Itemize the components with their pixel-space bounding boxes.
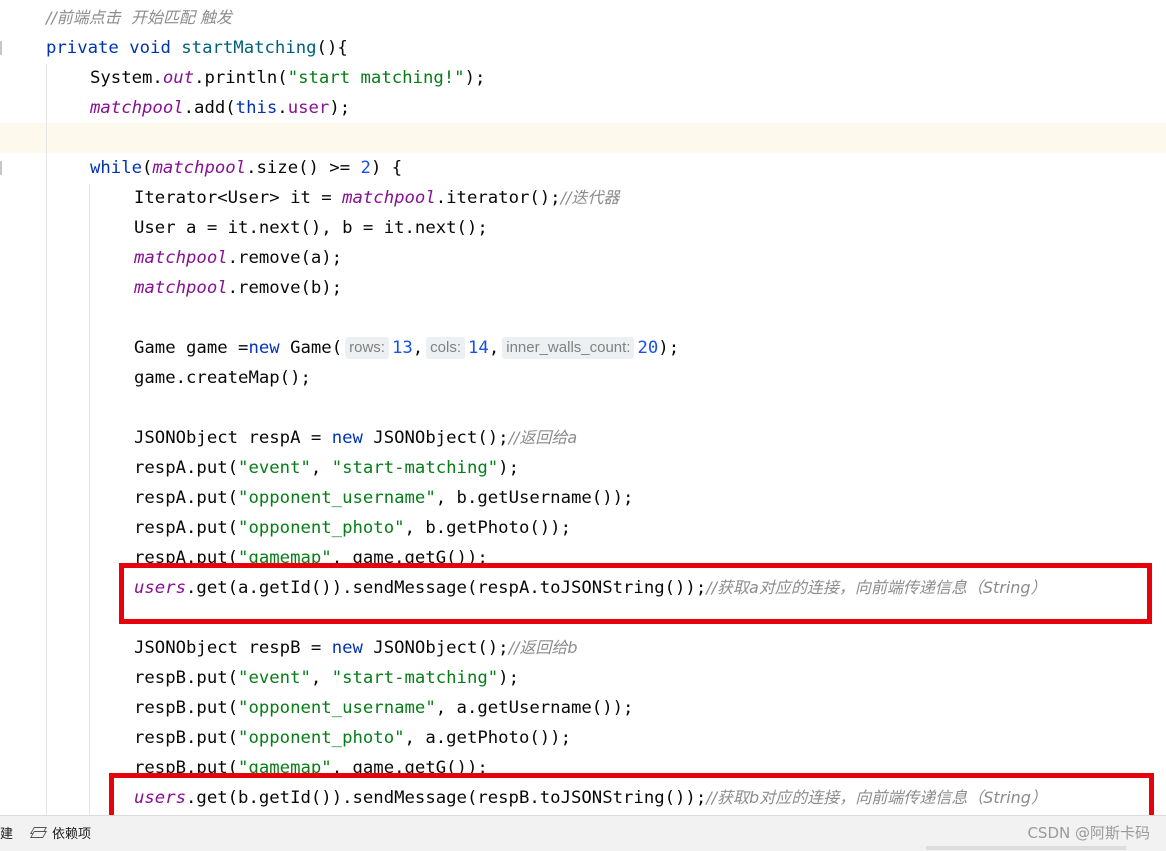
highlight-box-send-a xyxy=(119,563,1152,624)
dependencies-label: 依赖项 xyxy=(52,827,92,842)
param-hint-rows: rows: xyxy=(345,337,389,359)
code-line-12: Game game =new Game(rows: 13, cols: 14, inne… xyxy=(134,337,680,359)
build-tab-fragment[interactable]: 建 xyxy=(0,823,13,842)
code-line-23: respB.put("event", "start-matching"); xyxy=(134,668,519,688)
code-line-8: User a = it.next(), b = it.next(); xyxy=(134,218,488,238)
code-line-3: System.out.println("start matching!"); xyxy=(90,68,486,88)
comment: //前端点击 开始匹配 触发 xyxy=(46,8,233,27)
code-line-13: game.createMap(); xyxy=(134,368,311,388)
method-name: startMatching xyxy=(181,38,317,58)
code-editor[interactable]: //前端点击 开始匹配 触发 private void startMatchin… xyxy=(0,0,1166,815)
code-line-7: Iterator<User> it = matchpool.iterator()… xyxy=(134,188,620,208)
dependencies-tab[interactable]: 依赖项 xyxy=(29,823,92,842)
current-line-highlight xyxy=(0,123,1166,153)
code-line-15: JSONObject respA = new JSONObject();//返回… xyxy=(134,428,578,448)
fold-marker[interactable] xyxy=(0,161,2,175)
watermark: CSDN @阿斯卡码 xyxy=(1027,824,1150,842)
code-line-16: respA.put("event", "start-matching"); xyxy=(134,458,519,478)
indent-guide xyxy=(46,64,47,814)
code-line-9: matchpool.remove(a); xyxy=(134,248,343,268)
param-hint-walls: inner_walls_count: xyxy=(502,337,635,359)
param-hint-cols: cols: xyxy=(426,337,466,359)
code-line-6: while(matchpool.size() >= 2) { xyxy=(90,158,403,178)
code-line-4: matchpool.add(this.user); xyxy=(90,98,351,118)
status-text-clipped xyxy=(926,846,1126,850)
code-line-24: respB.put("opponent_username", a.getUser… xyxy=(134,698,634,718)
code-line-10: matchpool.remove(b); xyxy=(134,278,343,298)
indent-guide xyxy=(89,184,90,814)
dependencies-icon xyxy=(29,826,48,840)
code-line-2: private void startMatching(){ xyxy=(46,38,348,58)
code-line-22: JSONObject respB = new JSONObject();//返回… xyxy=(134,638,578,658)
code-line-17: respA.put("opponent_username", b.getUser… xyxy=(134,488,634,508)
code-line-1: //前端点击 开始匹配 触发 xyxy=(46,3,232,33)
code-line-18: respA.put("opponent_photo", b.getPhoto()… xyxy=(134,518,571,538)
code-line-25: respB.put("opponent_photo", a.getPhoto()… xyxy=(134,728,571,748)
highlight-box-send-b xyxy=(109,773,1154,815)
fold-marker[interactable] xyxy=(0,41,2,55)
